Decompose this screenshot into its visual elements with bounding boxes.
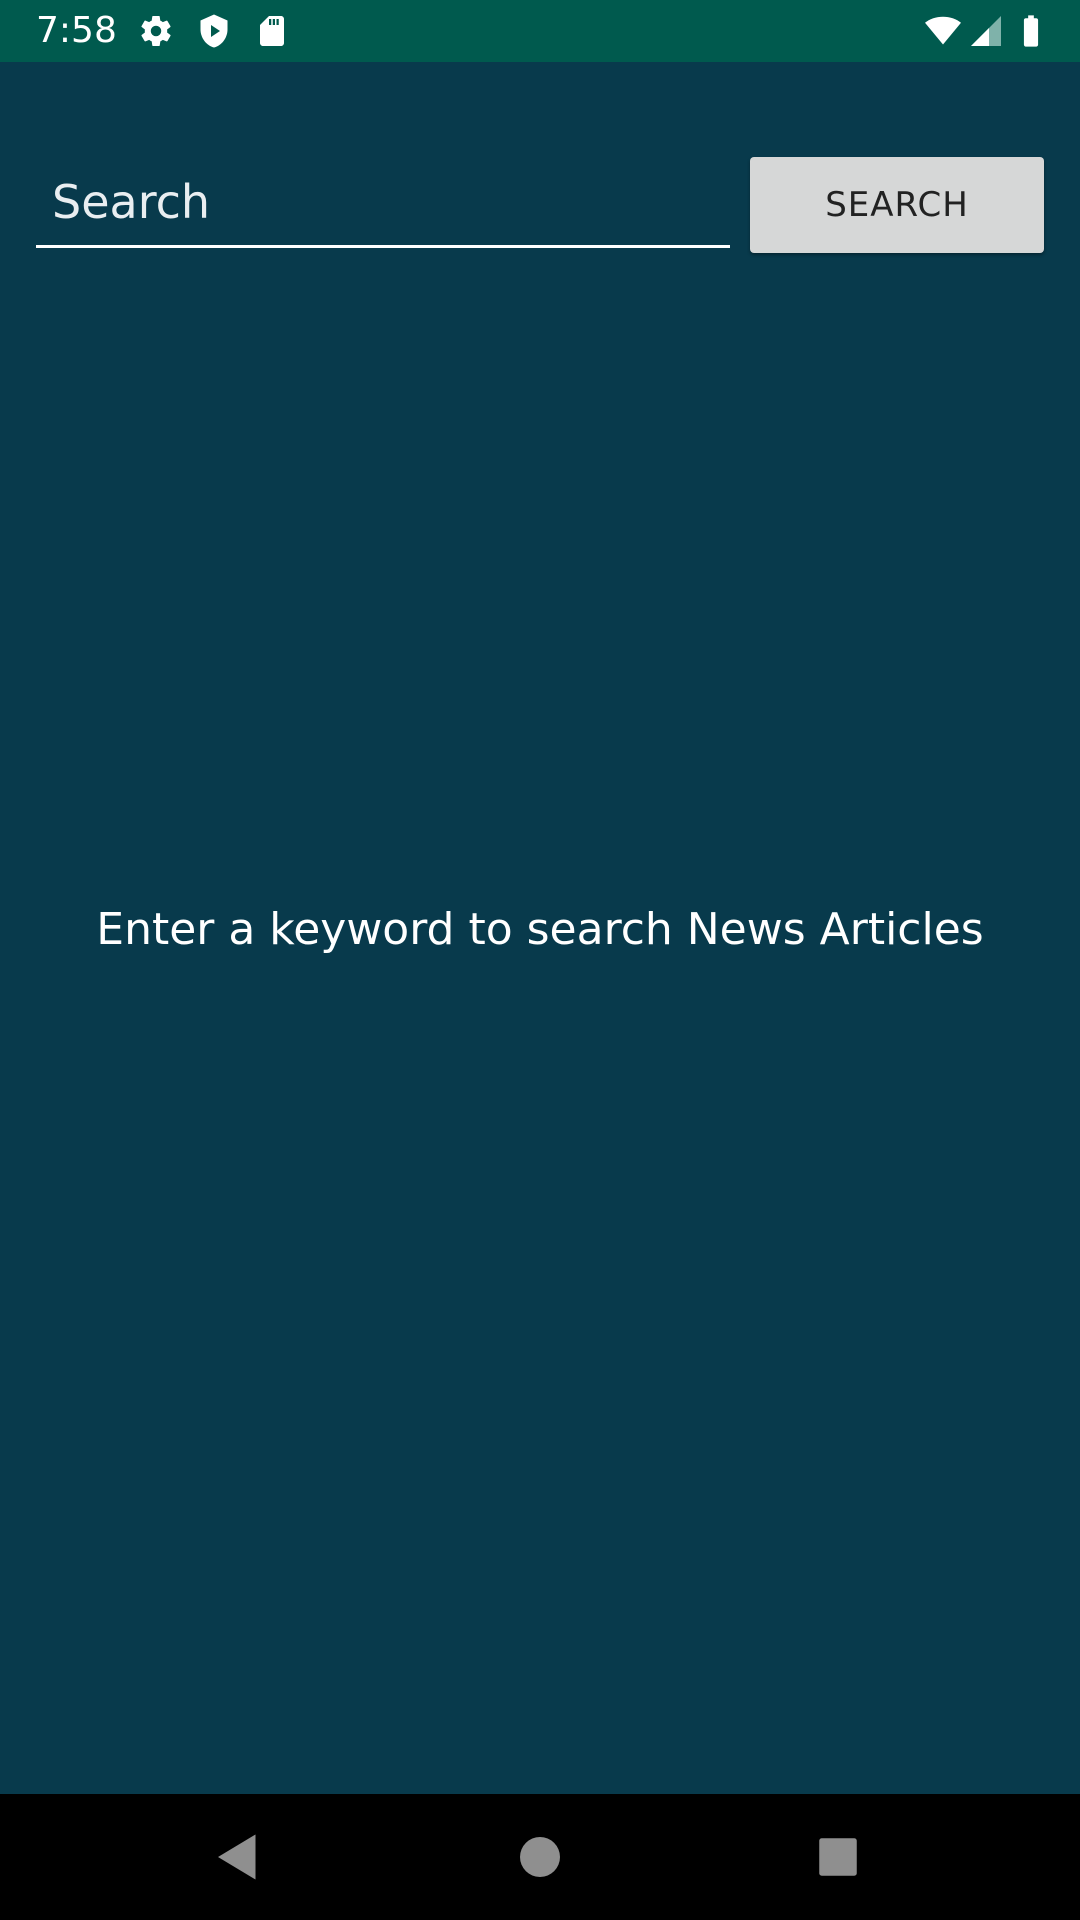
recents-icon[interactable] xyxy=(808,1827,868,1887)
wifi-icon xyxy=(922,13,964,49)
empty-state-message: Enter a keyword to search News Articles xyxy=(96,904,984,955)
search-input[interactable] xyxy=(36,158,730,245)
sd-card-icon xyxy=(254,13,290,49)
signal-icon xyxy=(968,13,1004,49)
main-content: SEARCH Enter a keyword to search News Ar… xyxy=(0,62,1080,1794)
battery-icon xyxy=(1014,13,1048,49)
home-icon[interactable] xyxy=(510,1827,570,1887)
status-bar: 7:58 xyxy=(0,0,1080,62)
back-icon[interactable] xyxy=(208,1827,268,1887)
navigation-bar xyxy=(0,1794,1080,1920)
status-time: 7:58 xyxy=(36,10,117,51)
play-protect-icon xyxy=(196,13,232,49)
search-button[interactable]: SEARCH xyxy=(750,157,1044,253)
search-field[interactable] xyxy=(36,158,730,248)
gear-icon xyxy=(138,13,174,49)
